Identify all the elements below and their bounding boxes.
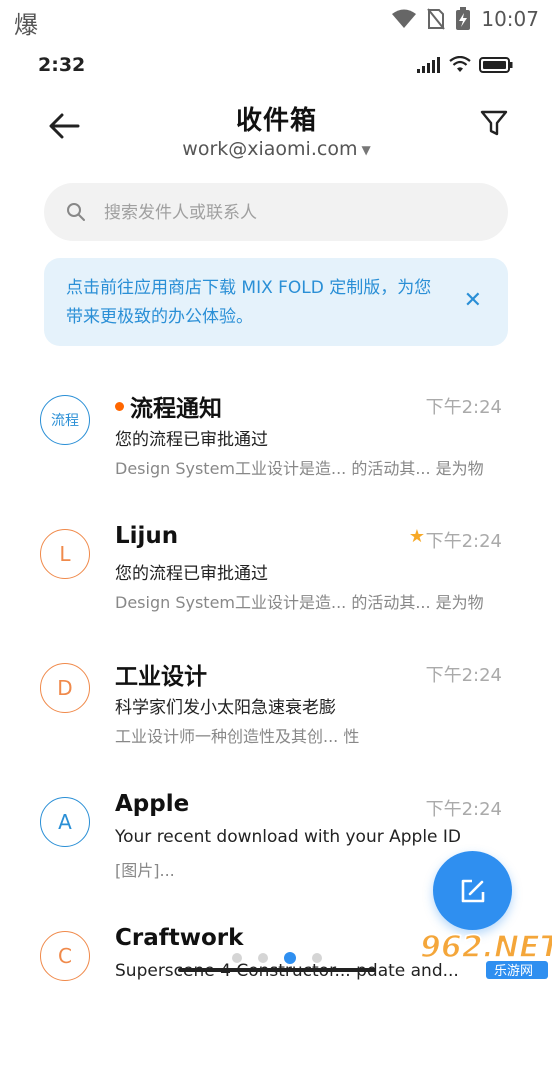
mail-sender-name: 工业设计 — [115, 664, 207, 690]
battery-charging-icon — [456, 7, 471, 30]
avatar: D — [40, 663, 90, 713]
mail-preview: Design System工业设计是造... 的活动其... 是为物 — [115, 459, 484, 478]
mail-subject: Your recent download with your Apple ID — [115, 827, 462, 847]
mail-list-item[interactable]: D 工业设计 下午2:24 科学家们发小太阳急速衰老膨工业设计师一种创造性及其创...… — [0, 663, 553, 797]
mail-subject: 您的流程已审批通过 — [115, 564, 268, 584]
mail-sender-name: Apple — [115, 791, 190, 817]
avatar: L — [40, 529, 90, 579]
svg-text:乐游网: 乐游网 — [494, 964, 533, 979]
mail-sender-name: 流程通知 — [130, 396, 222, 422]
mail-subject: 您的流程已审批通过 — [115, 430, 268, 450]
inner-status-bar: 2:32 — [0, 48, 553, 84]
mail-time: 下午2:24 — [425, 799, 502, 820]
mail-subject: 科学家们发小太阳急速衰老膨 — [115, 698, 336, 718]
avatar: C — [40, 931, 90, 981]
search-input[interactable] — [102, 195, 486, 231]
mail-sender: Lijun — [115, 523, 178, 549]
mail-time: 下午2:24 — [425, 665, 502, 686]
page-dot — [312, 953, 322, 963]
notification-glyph: 爆 — [14, 11, 38, 39]
svg-text:962.NET: 962.NET — [420, 930, 552, 965]
mail-sender: 流程通知 — [115, 389, 222, 423]
mail-sender: 工业设计 — [115, 657, 207, 691]
page-dot — [258, 953, 268, 963]
mail-list-item[interactable]: 流程 流程通知 下午2:24 您的流程已审批通过 Design System工业设计是造… — [0, 395, 553, 529]
mail-preview: Design System工业设计是造... 的活动其... 是为物 — [115, 593, 484, 612]
page-dot — [232, 953, 242, 963]
avatar: 流程 — [40, 395, 90, 445]
filter-icon[interactable] — [479, 108, 509, 138]
watermark-logo: 962.NET 乐游网 — [419, 929, 552, 979]
battery-icon — [479, 56, 513, 73]
wifi-icon — [449, 56, 471, 72]
mail-time: 下午2:24 — [425, 397, 502, 418]
mail-sender: Apple — [115, 791, 189, 817]
avatar: A — [40, 797, 90, 847]
search-icon — [67, 203, 85, 221]
mail-preview: 工业设计师一种创造性及其创... 性 — [115, 727, 360, 746]
banner-text: 点击前往应用商店下载 MIX FOLD 定制版，为您带来更极致的办公体验。 — [66, 278, 432, 327]
mail-time: 下午2:24 — [425, 531, 502, 552]
close-icon[interactable]: ✕ — [464, 288, 482, 313]
account-email: work@xiaomi.com — [182, 138, 358, 160]
page-dot — [284, 952, 296, 964]
home-indicator[interactable] — [178, 968, 376, 972]
wifi-icon — [392, 9, 417, 28]
signal-icon — [417, 56, 440, 73]
mail-sender-name: Craftwork — [115, 925, 244, 951]
search-bar[interactable] — [44, 183, 508, 241]
inbox-header: 收件箱 work@xiaomi.com ▼ — [0, 96, 553, 166]
no-sim-icon — [427, 8, 446, 30]
page-indicator — [232, 952, 322, 964]
mail-sender: Craftwork — [115, 925, 243, 951]
mail-list-item[interactable]: L Lijun ★ 下午2:24 您的流程已审批通过 Design System工业设计是… — [0, 523, 553, 663]
download-banner[interactable]: 点击前往应用商店下载 MIX FOLD 定制版，为您带来更极致的办公体验。 ✕ — [44, 258, 508, 346]
page-title: 收件箱 — [235, 106, 317, 136]
outer-clock: 10:07 — [481, 7, 539, 31]
mail-sender-name: Lijun — [115, 523, 179, 549]
star-icon[interactable]: ★ — [409, 526, 425, 547]
account-switcher[interactable]: work@xiaomi.com ▼ — [0, 138, 553, 160]
outer-status-bar: 爆 10:07 — [0, 0, 553, 40]
unread-dot-icon — [115, 402, 124, 411]
caret-down-icon: ▼ — [361, 142, 371, 157]
compose-icon — [461, 879, 484, 902]
compose-button[interactable] — [433, 851, 512, 930]
